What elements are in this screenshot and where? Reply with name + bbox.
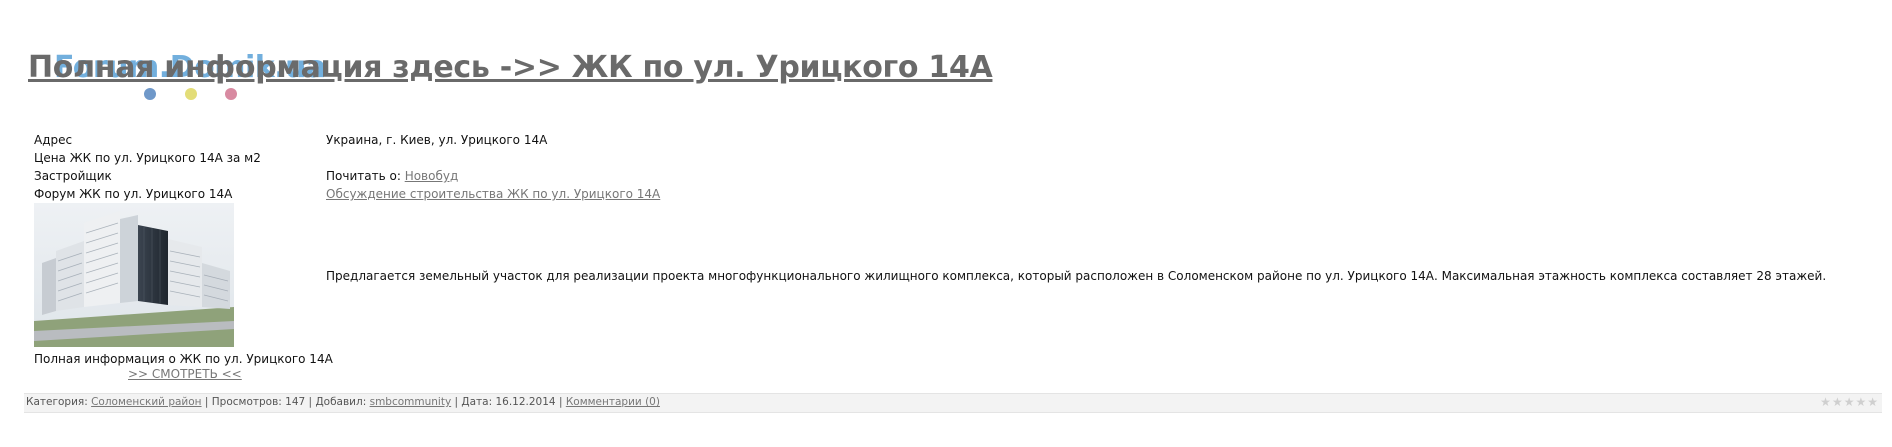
meta-separator: | bbox=[204, 396, 209, 408]
price-label: Цена ЖК по ул. Урицкого 14А за м2 bbox=[34, 151, 261, 165]
star-icon[interactable]: ★ bbox=[1855, 396, 1866, 409]
forum-label: Форум ЖК по ул. Урицкого 14А bbox=[34, 187, 233, 201]
image-caption: Полная информация о ЖК по ул. Урицкого 1… bbox=[34, 352, 333, 366]
views-count: Просмотров: 147 bbox=[211, 396, 306, 408]
developer-link[interactable]: Новобуд bbox=[405, 169, 459, 183]
category-label: Категория: bbox=[26, 396, 88, 408]
building-image[interactable] bbox=[34, 203, 234, 347]
building-illustration bbox=[34, 203, 234, 347]
category-link[interactable]: Соломенский район bbox=[91, 396, 201, 408]
developer-label: Застройщик bbox=[34, 169, 112, 183]
added-by-label: Добавил: bbox=[315, 396, 367, 408]
star-icon[interactable]: ★ bbox=[1832, 396, 1843, 409]
meta-separator: | bbox=[308, 396, 313, 408]
meta-separator: | bbox=[558, 396, 563, 408]
meta-separator: | bbox=[454, 396, 459, 408]
forum-discussion-link[interactable]: Обсуждение строительства ЖК по ул. Урицк… bbox=[326, 187, 660, 201]
author-link[interactable]: smbcommunity bbox=[370, 396, 452, 408]
post-date: Дата: 16.12.2014 bbox=[461, 396, 556, 408]
star-icon[interactable]: ★ bbox=[1820, 396, 1831, 409]
developer-value: Почитать о: Новобуд bbox=[326, 169, 458, 183]
page-title-link[interactable]: Полная информация здесь ->> ЖК по ул. Ур… bbox=[28, 50, 993, 85]
rating-stars[interactable]: ★ ★ ★ ★ ★ bbox=[1820, 396, 1878, 409]
address-value: Украина, г. Киев, ул. Урицкого 14А bbox=[326, 133, 548, 147]
view-more-link[interactable]: >> СМОТРЕТЬ << bbox=[128, 367, 242, 381]
logo-dot-blue bbox=[144, 88, 156, 100]
logo-dot-yellow bbox=[185, 88, 197, 100]
description-text: Предлагается земельный участок для реали… bbox=[326, 269, 1827, 283]
address-label: Адрес bbox=[34, 133, 73, 147]
comments-link[interactable]: Комментарии (0) bbox=[566, 396, 660, 408]
entry-meta: Категория: Соломенский район | Просмотро… bbox=[26, 396, 660, 408]
entry-footer-bar: Категория: Соломенский район | Просмотро… bbox=[24, 393, 1882, 413]
star-icon[interactable]: ★ bbox=[1844, 396, 1855, 409]
star-icon[interactable]: ★ bbox=[1867, 396, 1878, 409]
developer-prefix: Почитать о: bbox=[326, 169, 401, 183]
logo-dot-pink bbox=[225, 88, 237, 100]
